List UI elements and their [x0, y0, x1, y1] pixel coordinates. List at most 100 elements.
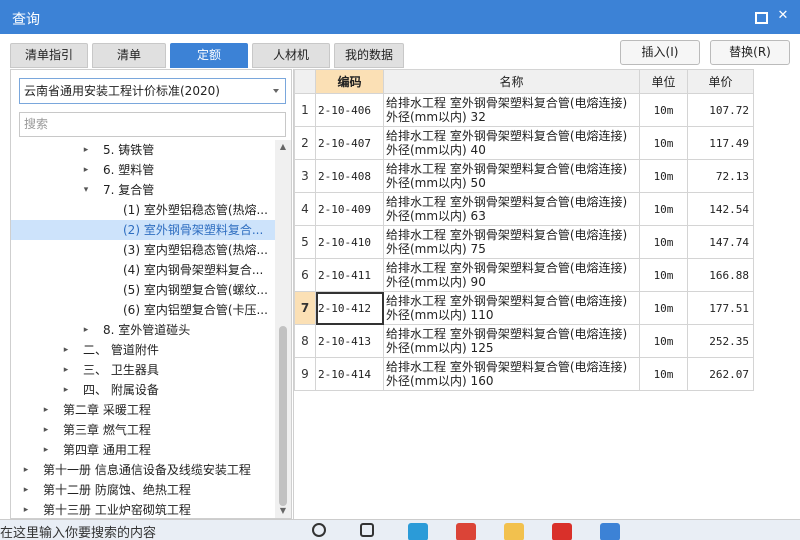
row-number[interactable]: 4 — [294, 192, 316, 226]
chevron-right-icon[interactable]: ▸ — [61, 360, 71, 380]
tree-item[interactable]: ▸ 第十二册 防腐蚀、绝热工程 — [11, 480, 275, 500]
tree-item[interactable]: ▾ 7. 复合管 — [11, 180, 275, 200]
name-cell[interactable]: 给排水工程 室外钢骨架塑料复合管(电熔连接) 外径(mm以内) 40 — [383, 126, 640, 160]
chevron-right-icon[interactable]: ▸ — [61, 380, 71, 400]
unit-cell[interactable]: 10m — [639, 93, 688, 127]
tree-item[interactable]: (4) 室内钢骨架塑料复合... — [11, 260, 275, 280]
table-row[interactable]: 5 2-10-410 给排水工程 室外钢骨架塑料复合管(电熔连接) 外径(mm以内)… — [294, 225, 754, 259]
tree-item[interactable]: (5) 室内钢塑复合管(螺纹... — [11, 280, 275, 300]
tree-item[interactable]: (2) 室外钢骨架塑料复合... — [11, 220, 275, 240]
price-cell[interactable]: 142.54 — [687, 192, 754, 226]
tree-item[interactable]: ▸ 二、 管道附件 — [11, 340, 275, 360]
code-cell[interactable]: 2-10-408 — [315, 159, 384, 193]
search-input[interactable]: 搜索 — [19, 112, 286, 137]
code-cell[interactable]: 2-10-411 — [315, 258, 384, 292]
row-number[interactable]: 7 — [294, 291, 316, 325]
task-view-icon[interactable] — [360, 523, 374, 537]
name-column-header[interactable]: 名称 — [383, 69, 640, 94]
name-cell[interactable]: 给排水工程 室外钢骨架塑料复合管(电熔连接) 外径(mm以内) 125 — [383, 324, 640, 358]
tree-item[interactable]: (3) 室内塑铝稳态管(热熔... — [11, 240, 275, 260]
tab-list-guide[interactable]: 清单指引 — [10, 43, 88, 68]
tab-quota[interactable]: 定额 — [170, 43, 248, 68]
price-cell[interactable]: 72.13 — [687, 159, 754, 193]
name-cell[interactable]: 给排水工程 室外钢骨架塑料复合管(电熔连接) 外径(mm以内) 160 — [383, 357, 640, 391]
row-number[interactable]: 6 — [294, 258, 316, 292]
tree-item[interactable]: ▸ 6. 塑料管 — [11, 160, 275, 180]
table-row[interactable]: 1 2-10-406 给排水工程 室外钢骨架塑料复合管(电熔连接) 外径(mm以内)… — [294, 93, 754, 127]
tree-item[interactable]: ▸ 5. 铸铁管 — [11, 140, 275, 160]
chevron-right-icon[interactable]: ▸ — [21, 460, 31, 480]
code-cell[interactable]: 2-10-409 — [315, 192, 384, 226]
tree-item[interactable]: ▸ 第四章 通用工程 — [11, 440, 275, 460]
chevron-right-icon[interactable]: ▸ — [81, 160, 91, 180]
insert-button[interactable]: 插入(I) — [620, 40, 700, 65]
tree-item[interactable]: (1) 室外塑铝稳态管(热熔... — [11, 200, 275, 220]
tree-scrollbar[interactable]: ▲ ▼ — [275, 140, 291, 518]
scroll-thumb[interactable] — [279, 326, 287, 506]
standard-select[interactable]: 云南省通用安装工程计价标准(2020) — [19, 78, 286, 104]
app-red-icon[interactable] — [552, 523, 572, 540]
table-row[interactable]: 8 2-10-413 给排水工程 室外钢骨架塑料复合管(电熔连接) 外径(mm以内)… — [294, 324, 754, 358]
code-cell[interactable]: 2-10-406 — [315, 93, 384, 127]
price-cell[interactable]: 147.74 — [687, 225, 754, 259]
tree-item[interactable]: ▸ 第十一册 信息通信设备及线缆安装工程 — [11, 460, 275, 480]
tab-my-data[interactable]: 我的数据 — [334, 43, 404, 68]
unit-cell[interactable]: 10m — [639, 324, 688, 358]
chevron-right-icon[interactable]: ▸ — [61, 340, 71, 360]
taskbar-search[interactable]: 在这里输入你要搜索的内容 — [0, 522, 156, 540]
tree-item[interactable]: ▸ 三、 卫生器具 — [11, 360, 275, 380]
chevron-right-icon[interactable]: ▸ — [41, 440, 51, 460]
close-icon[interactable]: ✕ — [775, 8, 791, 24]
tree-item[interactable]: ▸ 第十三册 工业炉窑砌筑工程 — [11, 500, 275, 520]
code-cell[interactable]: 2-10-412 — [315, 291, 384, 325]
name-cell[interactable]: 给排水工程 室外钢骨架塑料复合管(电熔连接) 外径(mm以内) 110 — [383, 291, 640, 325]
table-row[interactable]: 4 2-10-409 给排水工程 室外钢骨架塑料复合管(电熔连接) 外径(mm以内)… — [294, 192, 754, 226]
table-row[interactable]: 3 2-10-408 给排水工程 室外钢骨架塑料复合管(电熔连接) 外径(mm以内)… — [294, 159, 754, 193]
replace-button[interactable]: 替换(R) — [710, 40, 790, 65]
table-row[interactable]: 7 2-10-412 给排水工程 室外钢骨架塑料复合管(电熔连接) 外径(mm以内)… — [294, 291, 754, 325]
unit-cell[interactable]: 10m — [639, 291, 688, 325]
table-row[interactable]: 9 2-10-414 给排水工程 室外钢骨架塑料复合管(电熔连接) 外径(mm以内)… — [294, 357, 754, 391]
unit-cell[interactable]: 10m — [639, 126, 688, 160]
scroll-up-icon[interactable]: ▲ — [275, 140, 291, 154]
price-cell[interactable]: 107.72 — [687, 93, 754, 127]
tree-item[interactable]: (6) 室内铝塑复合管(卡压... — [11, 300, 275, 320]
name-cell[interactable]: 给排水工程 室外钢骨架塑料复合管(电熔连接) 外径(mm以内) 32 — [383, 93, 640, 127]
app-blue-icon[interactable] — [600, 523, 620, 540]
chevron-right-icon[interactable]: ▸ — [41, 400, 51, 420]
tree-item[interactable]: ▸ 四、 附属设备 — [11, 380, 275, 400]
price-cell[interactable]: 177.51 — [687, 291, 754, 325]
row-number[interactable]: 5 — [294, 225, 316, 259]
price-cell[interactable]: 117.49 — [687, 126, 754, 160]
code-column-header[interactable]: 编码 — [315, 69, 384, 94]
unit-cell[interactable]: 10m — [639, 159, 688, 193]
unit-cell[interactable]: 10m — [639, 225, 688, 259]
chevron-right-icon[interactable]: ▸ — [21, 480, 31, 500]
chevron-right-icon[interactable]: ▸ — [81, 140, 91, 160]
row-number[interactable]: 2 — [294, 126, 316, 160]
scroll-down-icon[interactable]: ▼ — [275, 504, 291, 518]
edge-icon[interactable] — [408, 523, 428, 540]
name-cell[interactable]: 给排水工程 室外钢骨架塑料复合管(电熔连接) 外径(mm以内) 75 — [383, 225, 640, 259]
row-number[interactable]: 3 — [294, 159, 316, 193]
code-cell[interactable]: 2-10-410 — [315, 225, 384, 259]
unit-cell[interactable]: 10m — [639, 258, 688, 292]
price-column-header[interactable]: 单价 — [687, 69, 754, 94]
unit-cell[interactable]: 10m — [639, 357, 688, 391]
chevron-right-icon[interactable]: ▸ — [81, 320, 91, 340]
chevron-right-icon[interactable]: ▸ — [41, 420, 51, 440]
search-icon[interactable] — [312, 523, 326, 537]
table-row[interactable]: 6 2-10-411 给排水工程 室外钢骨架塑料复合管(电熔连接) 外径(mm以内)… — [294, 258, 754, 292]
price-cell[interactable]: 166.88 — [687, 258, 754, 292]
name-cell[interactable]: 给排水工程 室外钢骨架塑料复合管(电熔连接) 外径(mm以内) 90 — [383, 258, 640, 292]
row-number[interactable]: 8 — [294, 324, 316, 358]
code-cell[interactable]: 2-10-413 — [315, 324, 384, 358]
chevron-right-icon[interactable]: ▸ — [21, 500, 31, 520]
price-cell[interactable]: 262.07 — [687, 357, 754, 391]
name-cell[interactable]: 给排水工程 室外钢骨架塑料复合管(电熔连接) 外径(mm以内) 50 — [383, 159, 640, 193]
chevron-down-icon[interactable]: ▾ — [81, 180, 91, 200]
tab-materials[interactable]: 人材机 — [252, 43, 330, 68]
maximize-icon[interactable] — [752, 8, 768, 24]
tree-item[interactable]: ▸ 8. 室外管道碰头 — [11, 320, 275, 340]
row-number[interactable]: 9 — [294, 357, 316, 391]
